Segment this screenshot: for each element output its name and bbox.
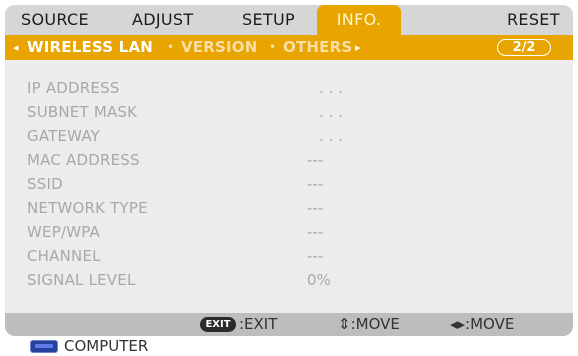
tab-reset[interactable]: RESET [507, 5, 560, 35]
row-value: 0% [307, 271, 331, 289]
info-row-channel: CHANNEL --- [27, 247, 547, 269]
row-label: NETWORK TYPE [27, 199, 148, 217]
exit-button-icon[interactable]: EXIT [200, 317, 236, 332]
computer-input-icon [30, 340, 58, 353]
info-row-ssid: SSID --- [27, 175, 547, 197]
info-row-ip-address: IP ADDRESS . . . [27, 79, 547, 101]
row-label: SIGNAL LEVEL [27, 271, 136, 289]
tab-info[interactable]: INFO. [317, 5, 401, 35]
row-label: SSID [27, 175, 63, 193]
info-row-wep-wpa: WEP/WPA --- [27, 223, 547, 245]
row-value: . . . [319, 79, 343, 97]
row-label: MAC ADDRESS [27, 151, 140, 169]
info-menu-panel: SOURCE ADJUST SETUP INFO. RESET ◂ WIRELE… [5, 5, 573, 336]
right-arrow-icon[interactable]: ▸ [355, 35, 361, 60]
row-value: --- [307, 199, 324, 217]
subtab-version[interactable]: VERSION [181, 35, 258, 60]
row-value: . . . [319, 127, 343, 145]
separator-dot: • [269, 40, 277, 54]
row-value: --- [307, 151, 324, 169]
info-row-mac-address: MAC ADDRESS --- [27, 151, 547, 173]
info-subpage-bar: ◂ WIRELESS LAN • VERSION • OTHERS ▸ 2/2 [5, 35, 573, 60]
separator-dot: • [167, 40, 175, 54]
left-arrow-icon[interactable]: ◂ [13, 35, 19, 60]
exit-hint: :EXIT [239, 315, 278, 333]
row-label: SUBNET MASK [27, 103, 138, 121]
row-value: . . . [319, 103, 343, 121]
key-guide-bar: EXIT :EXIT ⇕:MOVE ◂▸:MOVE [5, 313, 573, 336]
row-label: IP ADDRESS [27, 79, 120, 97]
row-label: GATEWAY [27, 127, 101, 145]
row-value: --- [307, 247, 324, 265]
subtab-wireless-lan[interactable]: WIRELESS LAN [27, 35, 153, 60]
row-label: WEP/WPA [27, 223, 100, 241]
move-leftright-hint: ◂▸:MOVE [450, 315, 515, 333]
menu-tab-bar: SOURCE ADJUST SETUP INFO. RESET [5, 5, 573, 35]
info-row-network-type: NETWORK TYPE --- [27, 199, 547, 221]
source-label: COMPUTER [64, 337, 149, 355]
page-indicator: 2/2 [497, 39, 551, 56]
tab-source[interactable]: SOURCE [21, 5, 89, 35]
move-updown-hint: ⇕:MOVE [338, 315, 400, 333]
tab-setup[interactable]: SETUP [242, 5, 295, 35]
info-row-signal-level: SIGNAL LEVEL 0% [27, 271, 547, 293]
row-label: CHANNEL [27, 247, 101, 265]
row-value: --- [307, 223, 324, 241]
row-value: --- [307, 175, 324, 193]
info-row-gateway: GATEWAY . . . [27, 127, 547, 149]
subtab-others[interactable]: OTHERS [283, 35, 352, 60]
tab-adjust[interactable]: ADJUST [132, 5, 193, 35]
info-row-subnet-mask: SUBNET MASK . . . [27, 103, 547, 125]
